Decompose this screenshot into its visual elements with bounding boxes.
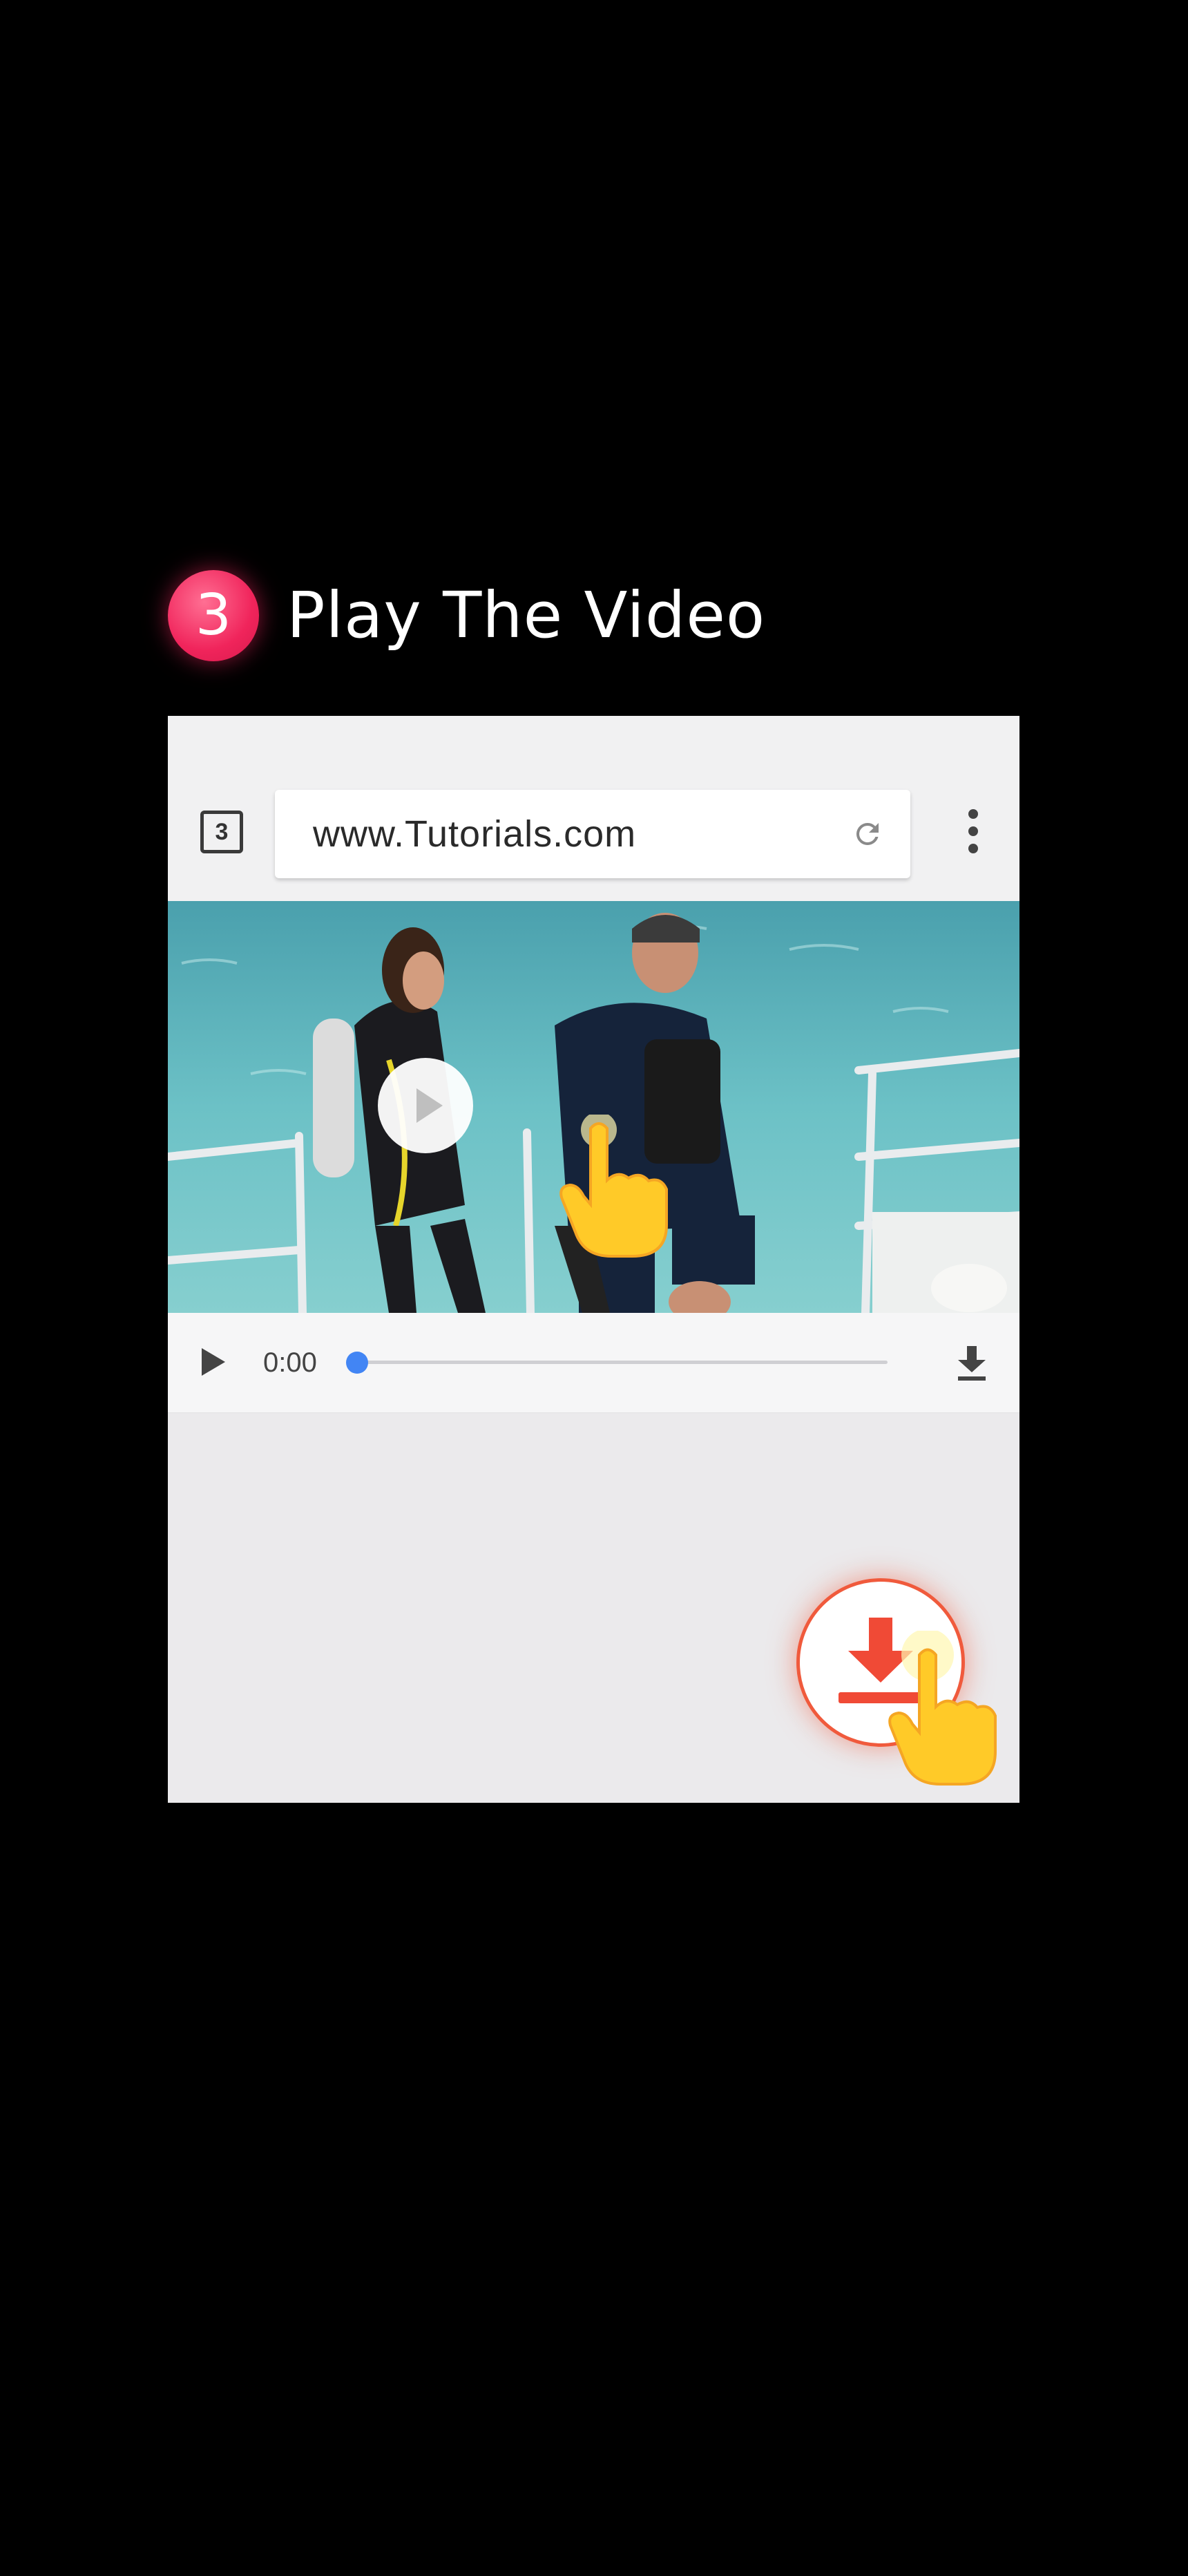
tutorial-screen: 3 Play The Video 3 www.Tutorials.com 0:0…	[0, 0, 1188, 2576]
current-time: 0:00	[263, 1347, 317, 1378]
browser-toolbar: 3 www.Tutorials.com	[168, 716, 1019, 901]
video-controls: 0:00	[168, 1313, 1019, 1413]
step-heading: 3 Play The Video	[168, 570, 765, 661]
address-bar[interactable]: www.Tutorials.com	[275, 790, 910, 878]
step-title: Play The Video	[287, 578, 766, 652]
play-icon[interactable]	[199, 1346, 227, 1378]
reload-icon[interactable]	[851, 817, 884, 851]
progress-thumb[interactable]	[346, 1352, 368, 1374]
pointing-hand-icon	[888, 1631, 997, 1786]
pointing-hand-icon	[559, 1115, 668, 1258]
download-icon[interactable]	[955, 1345, 988, 1382]
progress-track[interactable]	[356, 1361, 888, 1364]
more-vert-icon[interactable]	[966, 807, 981, 855]
step-number-badge: 3	[168, 570, 259, 661]
url-text: www.Tutorials.com	[313, 813, 637, 855]
video-play-overlay-icon[interactable]	[376, 1057, 475, 1155]
tab-switcher-button[interactable]: 3	[200, 811, 243, 853]
